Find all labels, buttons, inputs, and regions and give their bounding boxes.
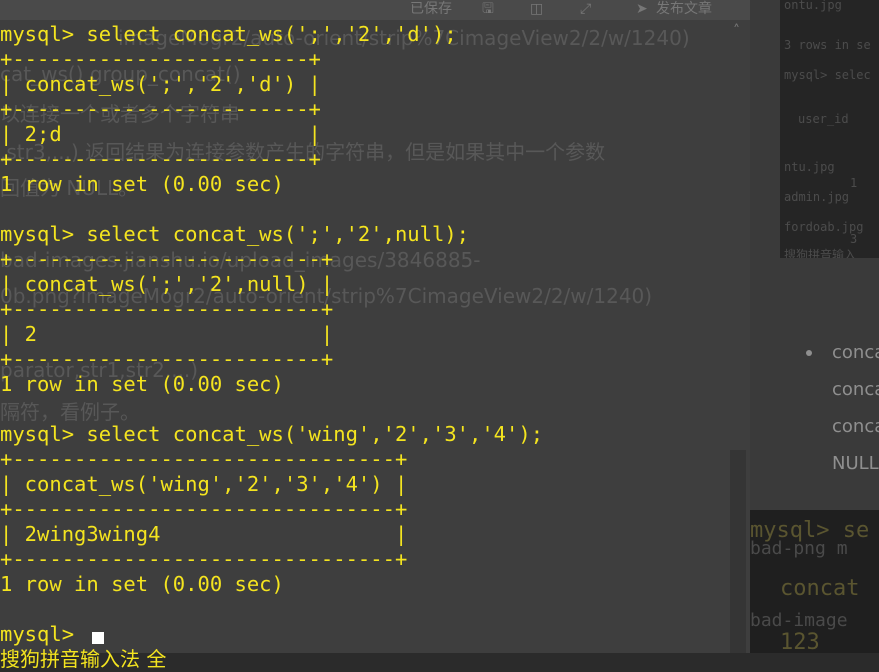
terminal-line: +-------------------------------+ [0, 497, 408, 521]
terminal-line: | concat_ws(';','2',null) | [0, 272, 334, 296]
terminal-line: 1 row in set (0.00 sec) [0, 172, 284, 196]
terminal-line: | 2 | [0, 322, 334, 346]
terminal-line: mysql> select concat_ws(';','2','d'); [0, 22, 457, 46]
terminal-line: +------------------------+ [0, 97, 321, 121]
terminal-line: +------------------------+ [0, 147, 321, 171]
terminal-line: +-------------------------------+ [0, 447, 408, 471]
terminal-line: 1 row in set (0.00 sec) [0, 372, 284, 396]
terminal-line: mysql> select concat_ws('wing','2','3','… [0, 422, 544, 446]
terminal-line: | 2wing3wing4 | [0, 522, 408, 546]
mysql-terminal[interactable]: mysql> select concat_ws(';','2','d'); +-… [0, 0, 879, 671]
terminal-line: | concat_ws(';','2','d') | [0, 72, 321, 96]
terminal-line: +-------------------------+ [0, 247, 334, 271]
terminal-line: +------------------------+ [0, 47, 321, 71]
terminal-line: | concat_ws('wing','2','3','4') | [0, 472, 408, 496]
terminal-line: +-------------------------+ [0, 297, 334, 321]
terminal-line: +-------------------------+ [0, 347, 334, 371]
ime-status-bar: 搜狗拼音输入法 全 [0, 647, 167, 671]
terminal-line: | 2;d | [0, 122, 321, 146]
terminal-line: mysql> select concat_ws(';','2',null); [0, 222, 469, 246]
terminal-line: 1 row in set (0.00 sec) [0, 572, 284, 596]
terminal-line: +-------------------------------+ [0, 547, 408, 571]
